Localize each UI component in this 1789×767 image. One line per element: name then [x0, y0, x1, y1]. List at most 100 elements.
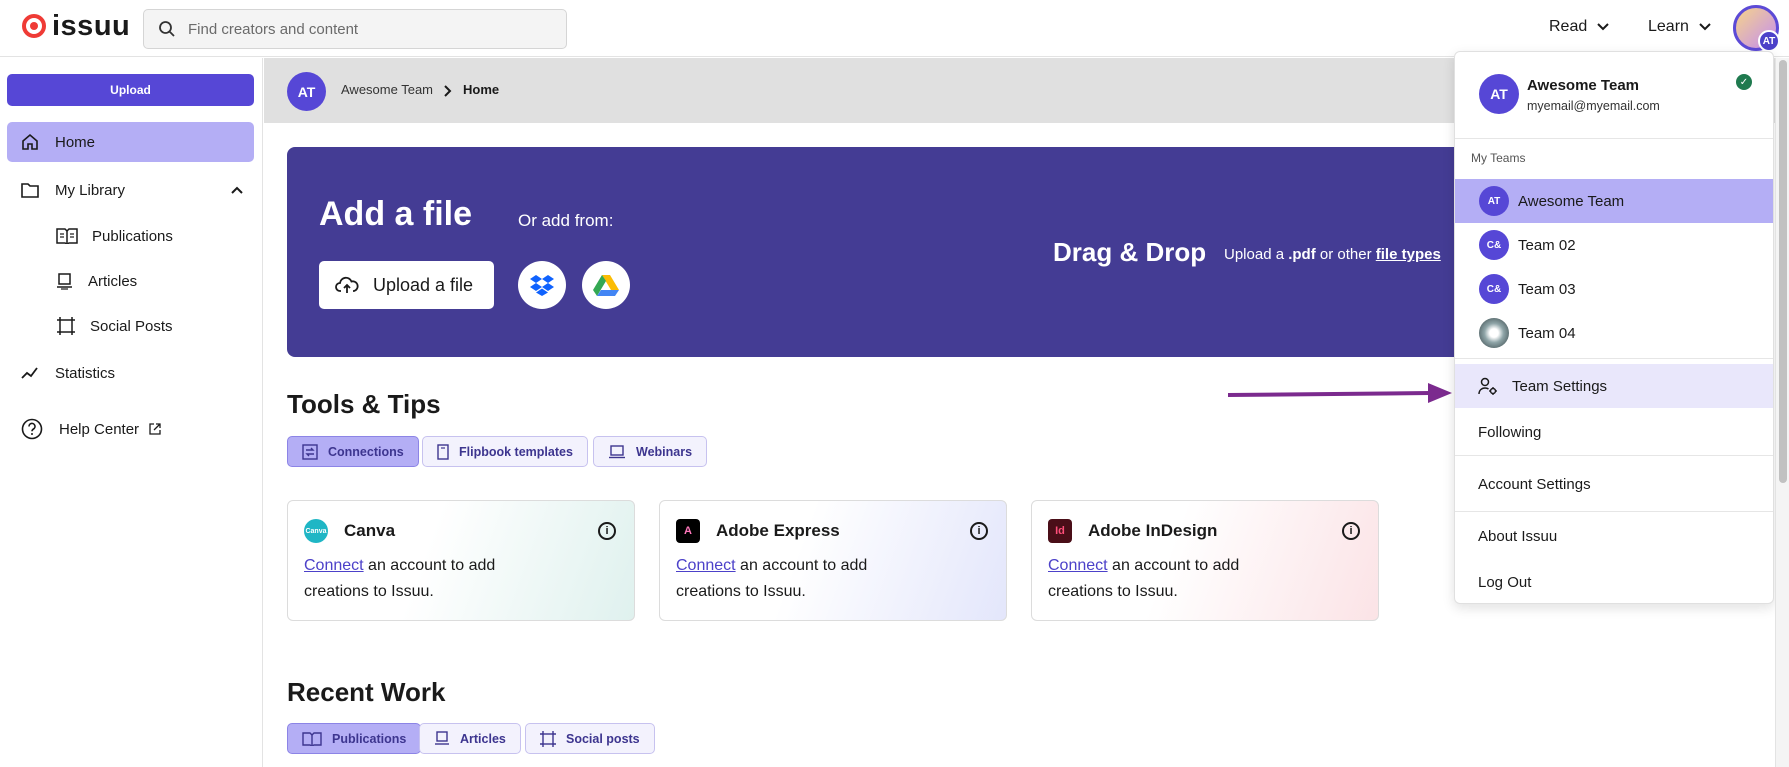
chevron-down-icon	[1699, 23, 1711, 31]
user-name: Awesome Team	[1527, 77, 1639, 94]
sidebar-item-articles[interactable]: Articles	[56, 266, 137, 296]
recent-work-title: Recent Work	[287, 677, 446, 707]
team-name: Team 04	[1518, 324, 1576, 342]
card-title: Adobe Express	[716, 521, 840, 540]
divider	[1455, 138, 1773, 139]
canva-card: Canva Canva i Connect an account to add …	[287, 500, 635, 621]
sidebar-item-label: Home	[55, 133, 96, 151]
account-settings-label: Account Settings	[1478, 475, 1591, 493]
team-item[interactable]: C& Team 03	[1455, 267, 1773, 311]
team-settings-label: Team Settings	[1512, 377, 1608, 395]
info-icon[interactable]: i	[598, 522, 616, 540]
chip-label: Social posts	[566, 731, 640, 746]
read-menu[interactable]: Read	[1549, 18, 1609, 36]
read-menu-label: Read	[1549, 18, 1588, 35]
team-avatar[interactable]: AT	[287, 72, 326, 111]
external-link-icon	[149, 423, 161, 435]
google-drive-button[interactable]	[582, 261, 630, 309]
article-icon	[57, 273, 72, 290]
chip-connections[interactable]: Connections	[287, 436, 419, 467]
sidebar-item-home[interactable]: Home	[7, 122, 254, 162]
file-types-link[interactable]: file types	[1376, 246, 1441, 263]
connect-link[interactable]: Connect	[1048, 557, 1108, 574]
hero-or-add-from: Or add from:	[518, 211, 614, 230]
chevron-down-icon	[1597, 23, 1609, 31]
info-icon[interactable]: i	[970, 522, 988, 540]
logout-item[interactable]: Log Out	[1455, 560, 1773, 604]
team-item[interactable]: AT Awesome Team	[1455, 179, 1773, 223]
card-title: Adobe InDesign	[1088, 521, 1218, 540]
info-icon[interactable]: i	[1342, 522, 1360, 540]
team-avatar: AT	[1479, 186, 1509, 216]
adobe-express-logo: A	[676, 519, 700, 543]
card-title: Canva	[344, 521, 396, 540]
chip-social-posts[interactable]: Social posts	[525, 723, 655, 754]
chip-webinars[interactable]: Webinars	[593, 436, 708, 467]
user-avatar: AT	[1479, 74, 1519, 114]
chip-label: Connections	[328, 444, 404, 459]
scrollbar[interactable]	[1775, 58, 1789, 767]
chip-publications[interactable]: Publications	[287, 723, 422, 754]
team-settings-icon	[1478, 377, 1497, 395]
sidebar-item-publications[interactable]: Publications	[56, 221, 173, 251]
sidebar-item-label: Help Center	[59, 420, 140, 438]
drag-drop-title: Drag & Drop	[1053, 237, 1207, 267]
issuu-logo[interactable]: issuu	[22, 10, 131, 42]
help-icon	[21, 418, 43, 440]
scrollbar-thumb[interactable]	[1779, 60, 1787, 483]
learn-menu[interactable]: Learn	[1648, 18, 1711, 36]
breadcrumb-current: Home	[463, 82, 500, 97]
team-item[interactable]: Team 04	[1455, 311, 1773, 355]
search-box[interactable]	[143, 9, 567, 49]
account-settings-item[interactable]: Account Settings	[1455, 462, 1773, 506]
sidebar-item-social-posts[interactable]: Social Posts	[56, 311, 173, 341]
chip-flipbook-templates[interactable]: Flipbook templates	[422, 436, 588, 467]
chevron-up-icon[interactable]	[231, 186, 243, 194]
user-avatar-button[interactable]: AT	[1733, 5, 1780, 52]
connect-link[interactable]: Connect	[676, 557, 736, 574]
user-email: myemail@myemail.com	[1527, 99, 1660, 113]
team-settings-item[interactable]: Team Settings	[1455, 364, 1773, 408]
logo-text: issuu	[52, 10, 131, 42]
upload-file-label: Upload a file	[373, 274, 474, 295]
adobe-indesign-logo: Id	[1048, 519, 1072, 543]
upload-button[interactable]: Upload	[7, 74, 254, 106]
team-item[interactable]: C& Team 02	[1455, 223, 1773, 267]
my-teams-label: My Teams	[1471, 151, 1526, 165]
adobe-indesign-card: Id Adobe InDesign i Connect an account t…	[1031, 500, 1379, 621]
sidebar-item-label: My Library	[55, 181, 126, 199]
trend-icon	[21, 367, 38, 379]
check-icon: ✓	[1736, 74, 1752, 90]
top-bar: issuu Read Learn AT	[0, 0, 1789, 57]
dropbox-button[interactable]	[518, 261, 566, 309]
google-drive-icon	[593, 275, 619, 296]
connect-link[interactable]: Connect	[304, 557, 364, 574]
search-input[interactable]	[188, 20, 548, 38]
social-icon	[57, 317, 75, 335]
upload-file-button[interactable]: Upload a file	[319, 261, 494, 309]
drag-sub-ext: .pdf	[1288, 246, 1316, 263]
divider	[1455, 358, 1773, 359]
hero-title: Add a file	[319, 195, 473, 233]
sidebar-item-help-center[interactable]: Help Center	[7, 409, 254, 449]
issuu-logo-icon	[22, 14, 46, 38]
chip-label: Articles	[460, 731, 506, 746]
laptop-icon	[609, 444, 625, 458]
card-text: Connect an account to add creations to I…	[676, 553, 936, 605]
canva-logo: Canva	[304, 519, 328, 543]
upload-hero: Add a file Or add from: Upload a file Dr…	[287, 147, 1467, 357]
sidebar-item-statistics[interactable]: Statistics	[7, 353, 254, 393]
about-issuu-item[interactable]: About Issuu	[1455, 514, 1773, 558]
team-name: Team 03	[1518, 280, 1576, 298]
chip-articles[interactable]: Articles	[419, 723, 521, 754]
article-icon	[435, 730, 449, 745]
home-icon	[22, 133, 38, 150]
social-icon	[540, 730, 556, 747]
sidebar-item-my-library[interactable]: My Library	[7, 170, 254, 210]
learn-menu-label: Learn	[1648, 18, 1689, 35]
tools-tips-title: Tools & Tips	[287, 389, 441, 419]
search-icon	[159, 21, 175, 37]
breadcrumb-team[interactable]: Awesome Team	[341, 82, 433, 97]
following-item[interactable]: Following	[1455, 410, 1773, 454]
book-icon	[302, 731, 322, 746]
